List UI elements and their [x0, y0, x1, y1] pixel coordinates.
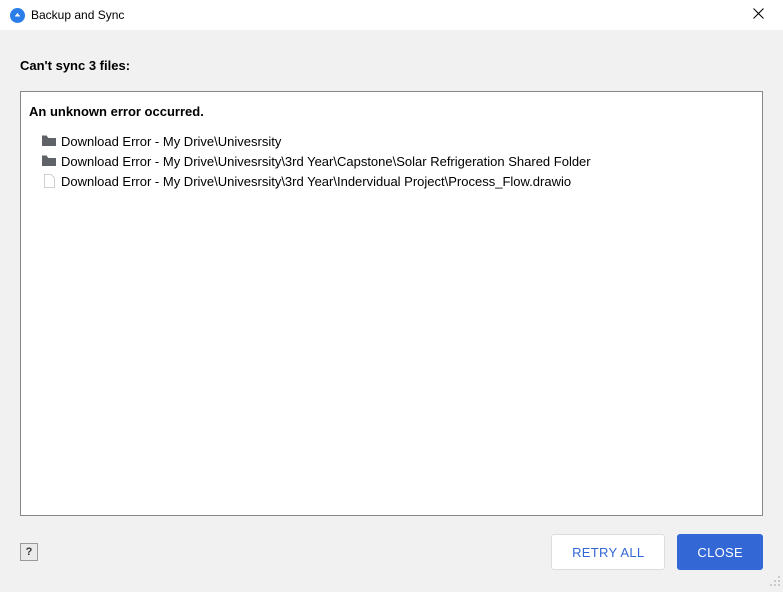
help-label: ?	[26, 546, 33, 558]
error-text: Download Error - My Drive\Univesrsity\3r…	[61, 174, 571, 189]
heading: Can't sync 3 files:	[20, 58, 763, 73]
resize-grip-icon[interactable]	[769, 574, 781, 586]
close-label: CLOSE	[697, 545, 743, 560]
titlebar-left: Backup and Sync	[10, 8, 124, 23]
error-text: Download Error - My Drive\Univesrsity	[61, 134, 281, 149]
app-cloud-icon	[10, 8, 25, 23]
retry-all-button[interactable]: RETRY ALL	[551, 534, 665, 570]
folder-icon	[41, 153, 57, 169]
error-header: An unknown error occurred.	[29, 104, 754, 119]
content-area: Can't sync 3 files: An unknown error occ…	[0, 30, 783, 536]
footer: ? RETRY ALL CLOSE	[20, 534, 763, 570]
retry-label: RETRY ALL	[572, 545, 644, 560]
list-item[interactable]: Download Error - My Drive\Univesrsity\3r…	[29, 171, 754, 191]
file-icon	[41, 173, 57, 189]
window-title: Backup and Sync	[31, 8, 124, 22]
error-text: Download Error - My Drive\Univesrsity\3r…	[61, 154, 591, 169]
error-list-box: An unknown error occurred. Download Erro…	[20, 91, 763, 516]
list-item[interactable]: Download Error - My Drive\Univesrsity	[29, 131, 754, 151]
close-button[interactable]: CLOSE	[677, 534, 763, 570]
close-icon[interactable]	[743, 0, 773, 30]
footer-buttons: RETRY ALL CLOSE	[551, 534, 763, 570]
list-item[interactable]: Download Error - My Drive\Univesrsity\3r…	[29, 151, 754, 171]
titlebar: Backup and Sync	[0, 0, 783, 30]
help-button[interactable]: ?	[20, 543, 38, 561]
folder-icon	[41, 133, 57, 149]
